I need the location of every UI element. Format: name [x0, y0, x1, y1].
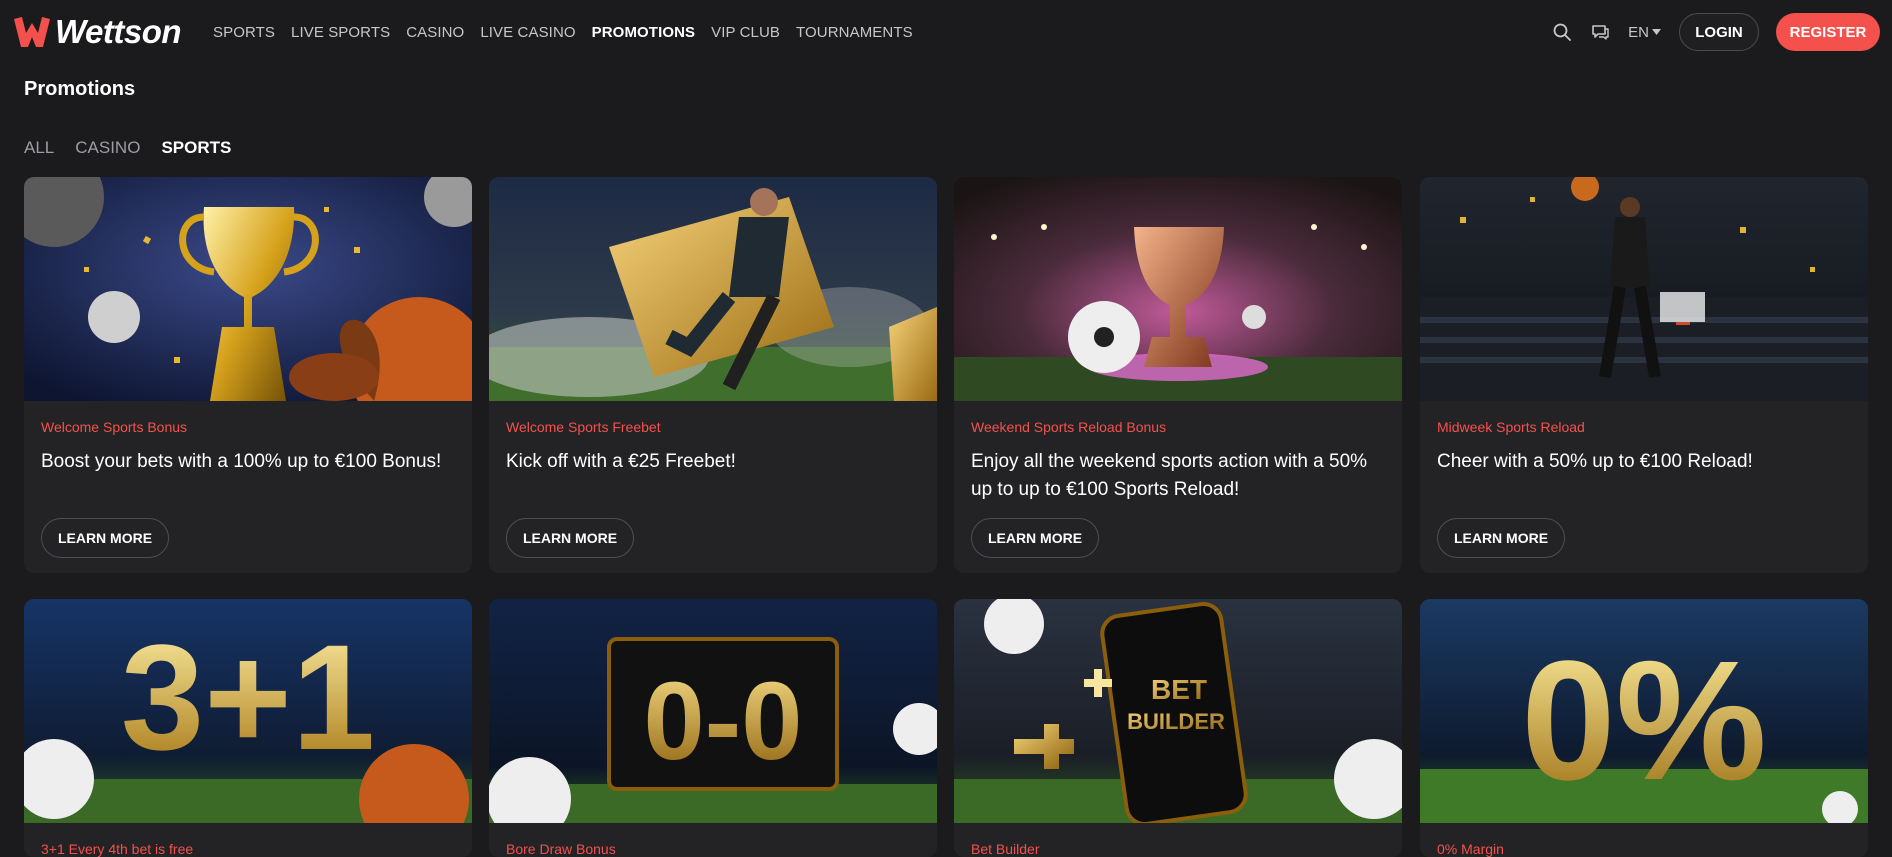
learn-more-button[interactable]: LEARN MORE	[971, 518, 1099, 558]
register-button[interactable]: REGISTER	[1776, 13, 1880, 51]
nav-vip-club[interactable]: VIP CLUB	[711, 24, 780, 41]
promo-image-trophy-stadium[interactable]	[954, 177, 1402, 401]
promo-image-bet-builder[interactable]: BET BUILDER	[954, 599, 1402, 823]
promo-image-zero-percent[interactable]: 0%	[1420, 599, 1868, 823]
nav-tournaments[interactable]: TOURNAMENTS	[796, 24, 913, 41]
chevron-down-icon	[1652, 29, 1661, 35]
promo-card: BET BUILDER Bet Builder	[954, 599, 1402, 857]
filter-sports[interactable]: SPORTS	[161, 138, 231, 158]
promo-card: Welcome Sports Bonus Boost your bets wit…	[24, 177, 472, 573]
svg-text:BET: BET	[1151, 674, 1207, 705]
svg-text:0%: 0%	[1521, 626, 1767, 816]
learn-more-button[interactable]: LEARN MORE	[41, 518, 169, 558]
promo-category: Weekend Sports Reload Bonus	[971, 419, 1167, 435]
brand-name: Wettson	[55, 13, 182, 50]
nav-casino[interactable]: CASINO	[406, 24, 464, 41]
nav-sports[interactable]: SPORTS	[213, 24, 275, 41]
promotion-filter-tabs: ALL CASINO SPORTS	[24, 138, 252, 158]
promo-card: Welcome Sports Freebet Kick off with a €…	[489, 177, 937, 573]
svg-text:BUILDER: BUILDER	[1127, 709, 1225, 734]
filter-all[interactable]: ALL	[24, 138, 54, 158]
promo-image-trophy-balls[interactable]	[24, 177, 472, 401]
nav-live-casino[interactable]: LIVE CASINO	[480, 24, 575, 41]
page-title: Promotions	[24, 78, 136, 100]
header-actions: EN LOGIN REGISTER	[1548, 13, 1880, 51]
promo-title: Cheer with a 50% up to €100 Reload!	[1437, 451, 1753, 472]
promo-category: Welcome Sports Bonus	[41, 419, 188, 435]
brand-logo[interactable]: Wettson	[12, 13, 182, 51]
logo-mark-icon	[14, 17, 50, 47]
promo-title: Enjoy all the weekend sports action with…	[971, 451, 1368, 500]
search-icon[interactable]	[1548, 18, 1576, 46]
language-label: EN	[1628, 23, 1649, 41]
promo-image-basketball-dunk[interactable]	[1420, 177, 1868, 401]
login-button[interactable]: LOGIN	[1679, 13, 1759, 51]
nav-live-sports[interactable]: LIVE SPORTS	[291, 24, 390, 41]
promo-category: Bore Draw Bonus	[506, 841, 616, 857]
promo-category: 0% Margin	[1437, 841, 1504, 857]
promo-card: 3+1 3+1 Every 4th bet is free	[24, 599, 472, 857]
chat-icon[interactable]	[1586, 18, 1614, 46]
svg-text:0-0: 0-0	[644, 660, 803, 783]
promo-category: Midweek Sports Reload	[1437, 419, 1585, 435]
promo-category: Bet Builder	[971, 841, 1040, 857]
promo-category: Welcome Sports Freebet	[506, 419, 661, 435]
svg-text:3+1: 3+1	[121, 613, 375, 781]
promo-card: Weekend Sports Reload Bonus Enjoy all th…	[954, 177, 1402, 573]
promo-title: Boost your bets with a 100% up to €100 B…	[41, 451, 442, 472]
promo-image-three-plus-one[interactable]: 3+1	[24, 599, 472, 823]
filter-casino[interactable]: CASINO	[75, 138, 140, 158]
promo-card: 0-0 Bore Draw Bonus	[489, 599, 937, 857]
promo-card: 0% 0% Margin	[1420, 599, 1868, 857]
learn-more-button[interactable]: LEARN MORE	[506, 518, 634, 558]
promo-title: Kick off with a €25 Freebet!	[506, 451, 736, 472]
learn-more-button[interactable]: LEARN MORE	[1437, 518, 1565, 558]
promo-card: Midweek Sports Reload Cheer with a 50% u…	[1420, 177, 1868, 573]
nav-promotions[interactable]: PROMOTIONS	[592, 24, 696, 41]
top-header: Wettson SPORTS LIVE SPORTS CASINO LIVE C…	[0, 0, 1892, 64]
promo-image-footballer-ticket[interactable]	[489, 177, 937, 401]
main-nav: SPORTS LIVE SPORTS CASINO LIVE CASINO PR…	[213, 0, 929, 64]
language-selector[interactable]: EN	[1628, 24, 1661, 41]
promo-image-scoreboard[interactable]: 0-0	[489, 599, 937, 823]
promo-category: 3+1 Every 4th bet is free	[41, 841, 194, 857]
